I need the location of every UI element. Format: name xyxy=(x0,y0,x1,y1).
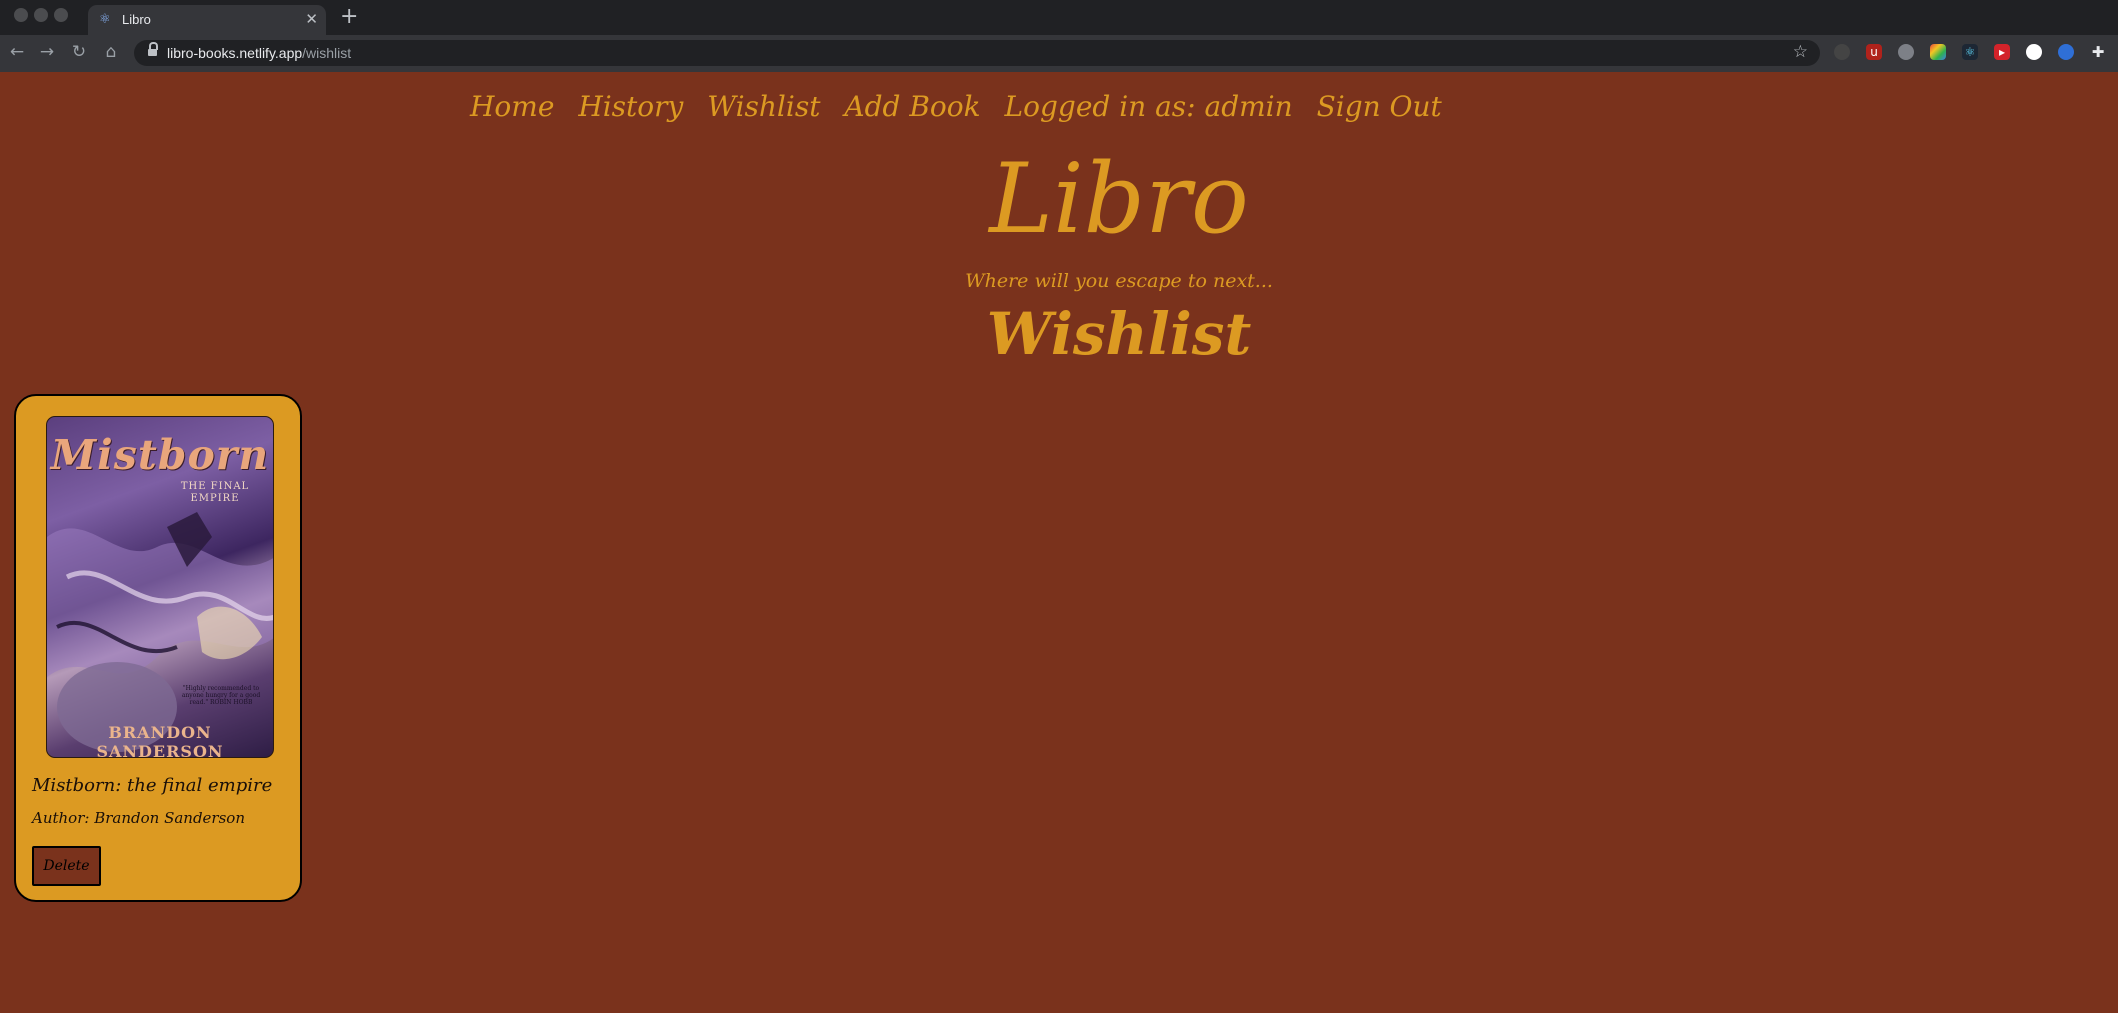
browser-chrome: ⚛ Libro ✕ + ← → ↻ ⌂ libro-books.netlify.… xyxy=(0,0,2118,72)
page-title: Wishlist xyxy=(986,300,1252,368)
extension-sync-icon[interactable] xyxy=(1834,44,1850,60)
profile-extension-icon[interactable] xyxy=(2058,44,2074,60)
react-favicon-icon: ⚛ xyxy=(99,12,111,27)
tab-close-icon[interactable]: ✕ xyxy=(305,10,318,28)
reload-icon[interactable]: ↻ xyxy=(68,41,90,63)
window-minimize-dot[interactable] xyxy=(34,8,48,22)
forward-icon[interactable]: → xyxy=(36,41,58,63)
site-tagline: Where will you escape to next... xyxy=(965,270,1273,292)
lock-icon xyxy=(148,42,158,57)
book-cover-image: Mistborn THE FINAL EMPIRE "Highly recomm… xyxy=(46,416,274,758)
logged-in-status: Logged in as: admin xyxy=(1004,90,1293,123)
cover-quote-text: "Highly recommended to anyone hungry for… xyxy=(181,685,261,706)
nav-sign-out-link[interactable]: Sign Out xyxy=(1317,90,1442,123)
nav-home-link[interactable]: Home xyxy=(470,90,554,123)
extensions-puzzle-icon[interactable]: ✚ xyxy=(2090,44,2106,60)
site-brand: Libro xyxy=(989,143,1249,255)
bookmark-star-icon[interactable]: ☆ xyxy=(1793,42,1808,62)
book-title: Mistborn: the final empire xyxy=(32,775,273,796)
window-maximize-dot[interactable] xyxy=(54,8,68,22)
ghost-extension-icon[interactable] xyxy=(1898,44,1914,60)
pen-extension-icon[interactable] xyxy=(2026,44,2042,60)
video-extension-icon[interactable]: ▸ xyxy=(1994,44,2010,60)
tab-title: Libro xyxy=(122,12,151,27)
browser-tab[interactable]: ⚛ Libro ✕ xyxy=(88,5,326,35)
tab-strip: ⚛ Libro ✕ + xyxy=(0,0,2118,35)
nav-wishlist-link[interactable]: Wishlist xyxy=(707,90,820,123)
book-card: Mistborn THE FINAL EMPIRE "Highly recomm… xyxy=(14,394,302,902)
color-picker-extension-icon[interactable] xyxy=(1930,44,1946,60)
window-close-dot[interactable] xyxy=(14,8,28,22)
url-text: libro-books.netlify.app/wishlist xyxy=(167,45,352,61)
cover-author-text: BRANDON SANDERSON xyxy=(96,723,224,758)
ublock-extension-icon[interactable]: u xyxy=(1866,44,1882,60)
address-bar[interactable]: libro-books.netlify.app/wishlist ☆ xyxy=(134,40,1820,66)
nav-history-link[interactable]: History xyxy=(578,90,683,123)
cover-title-text: Mistborn xyxy=(50,431,270,479)
delete-button[interactable]: Delete xyxy=(32,846,101,886)
main-nav: Home History Wishlist Add Book Logged in… xyxy=(470,90,1457,123)
react-devtools-extension-icon[interactable]: ⚛ xyxy=(1962,44,1978,60)
cover-subtitle-text: THE FINAL EMPIRE xyxy=(180,481,250,504)
nav-add-book-link[interactable]: Add Book xyxy=(844,90,980,123)
back-icon[interactable]: ← xyxy=(6,41,28,63)
new-tab-icon[interactable]: + xyxy=(340,5,358,29)
home-icon[interactable]: ⌂ xyxy=(100,41,122,63)
page: Home History Wishlist Add Book Logged in… xyxy=(0,72,2118,1013)
book-author: Author: Brandon Sanderson xyxy=(32,809,245,827)
